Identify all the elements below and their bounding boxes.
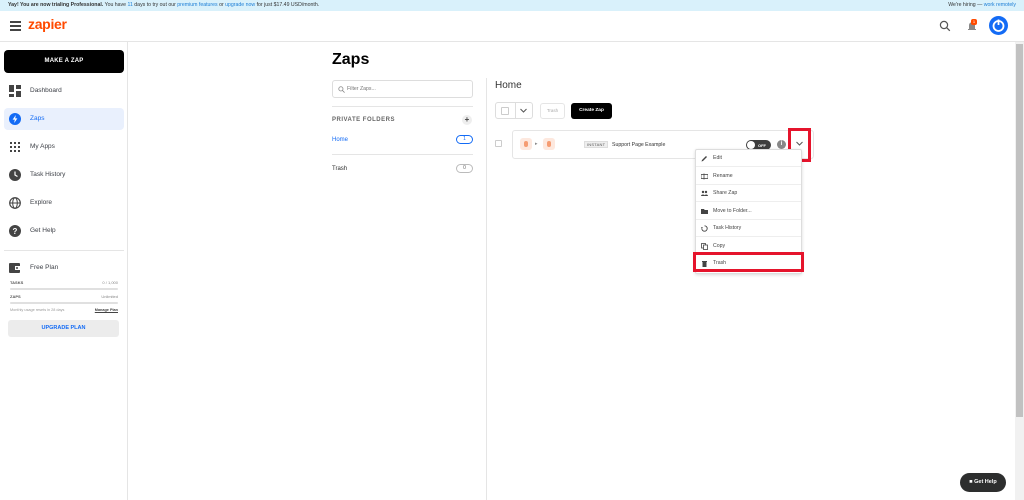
tasks-usage: TASKS 0 / 1,000 — [10, 280, 118, 285]
zap-row-checkbox[interactable] — [495, 140, 502, 147]
folder-item-home[interactable]: Home 1 — [332, 135, 473, 144]
notifications-icon[interactable]: 1 — [966, 19, 978, 32]
zap-name[interactable]: Support Page Example — [612, 142, 665, 148]
clock-icon — [9, 169, 21, 181]
zapier-logo[interactable]: zapier — [28, 16, 67, 32]
sidebar-item-my-apps[interactable]: My Apps — [4, 136, 124, 158]
folder-count: 0 — [456, 164, 473, 173]
hamburger-menu-icon[interactable] — [10, 21, 21, 31]
chevron-down-icon[interactable] — [519, 106, 528, 115]
sidebar-item-label: My Apps — [30, 143, 55, 150]
instant-badge: INSTANT — [584, 141, 609, 148]
sidebar-item-label: Zaps — [30, 115, 45, 122]
menu-item-edit[interactable]: Edit — [696, 150, 801, 167]
zaps-usage-value: Unlimited — [101, 294, 118, 299]
share-icon — [701, 190, 708, 196]
upgrade-now-link[interactable]: upgrade now — [225, 2, 255, 8]
plan-title: Free Plan — [30, 264, 59, 271]
user-avatar[interactable] — [989, 16, 1008, 35]
page-scrollbar[interactable] — [1015, 42, 1024, 500]
work-remotely-link[interactable]: work remotely — [984, 2, 1016, 8]
history-icon — [701, 225, 708, 232]
manage-plan-link[interactable]: Manage Plan — [95, 308, 118, 312]
toggle-label: OFF — [758, 142, 766, 148]
folder-name: Home — [332, 137, 349, 143]
tasks-progress-bar — [10, 288, 118, 290]
folders-divider — [332, 106, 473, 107]
premium-features-link[interactable]: premium features — [177, 2, 217, 8]
sidebar-item-get-help[interactable]: ? Get Help — [4, 220, 124, 242]
trial-banner-lead: Yay! You are now trialing Professional. — [8, 2, 104, 8]
folder-item-trash[interactable]: Trash 0 — [332, 164, 473, 173]
pencil-icon — [701, 156, 707, 162]
apps-grid-icon — [10, 142, 20, 152]
create-zap-button[interactable]: Create Zap — [571, 103, 612, 119]
filter-zaps-input[interactable] — [347, 83, 467, 95]
menu-item-rename[interactable]: Rename — [696, 168, 801, 185]
folder-divider — [332, 154, 473, 155]
menu-item-task-history[interactable]: Task History — [696, 220, 801, 237]
menu-item-share-zap[interactable]: Share Zap — [696, 185, 801, 202]
filter-zaps-field[interactable] — [332, 80, 473, 98]
notification-count-badge: 1 — [971, 19, 977, 25]
menu-item-move-to-folder[interactable]: Move to Folder... — [696, 203, 801, 220]
tasks-usage-value: 0 / 1,000 — [102, 280, 118, 285]
add-folder-button[interactable]: + — [462, 115, 472, 125]
page-title: Zaps — [332, 51, 370, 68]
folder-count: 1 — [456, 135, 473, 144]
make-a-zap-button[interactable]: MAKE A ZAP — [4, 50, 124, 73]
bulk-select-control[interactable] — [495, 102, 533, 119]
search-icon[interactable] — [939, 20, 951, 32]
sidebar-item-zaps[interactable]: Zaps — [4, 108, 124, 130]
sidebar-item-label: Get Help — [30, 227, 56, 234]
private-folders-heading: PRIVATE FOLDERS — [332, 117, 395, 123]
scrollbar-thumb[interactable] — [1016, 44, 1023, 417]
top-bar: zapier 1 — [0, 11, 1024, 42]
zap-icon — [9, 113, 21, 125]
folder-title: Home — [495, 80, 522, 91]
sidebar-item-label: Dashboard — [30, 87, 62, 94]
folder-name: Trash — [332, 166, 348, 172]
help-icon: ? — [9, 225, 21, 237]
wallet-icon — [9, 263, 21, 273]
highlight-trash-box — [693, 252, 804, 272]
sidebar-item-label: Task History — [30, 171, 66, 178]
rename-icon — [701, 173, 708, 179]
sidebar-divider — [4, 250, 124, 251]
hiring-notice: We're hiring — work remotely — [948, 2, 1016, 8]
upgrade-plan-button[interactable]: UPGRADE PLAN — [8, 320, 119, 337]
usage-reset-note: Monthly usage resets in 28 days Manage P… — [10, 308, 118, 312]
column-divider — [486, 78, 487, 500]
sidebar-item-task-history[interactable]: Task History — [4, 164, 124, 186]
trash-button[interactable]: Trash — [540, 103, 565, 119]
sidebar-item-label: Explore — [30, 199, 53, 206]
folder-icon — [701, 208, 708, 214]
trigger-app-icon — [520, 138, 532, 150]
globe-icon — [9, 197, 21, 209]
svg-text:?: ? — [13, 227, 18, 236]
info-icon[interactable]: i — [777, 140, 786, 149]
zaps-usage: ZAPS Unlimited — [10, 294, 118, 299]
action-app-icon — [543, 138, 555, 150]
search-icon — [338, 86, 345, 93]
zaps-progress-bar — [10, 302, 118, 304]
sidebar-item-explore[interactable]: Explore — [4, 192, 124, 214]
dashboard-icon — [9, 85, 21, 97]
copy-icon — [701, 242, 708, 250]
arrow-right-icon: ▸ — [535, 141, 538, 147]
select-all-checkbox[interactable] — [501, 107, 509, 115]
trial-banner: Yay! You are now trialing Professional. … — [0, 0, 1024, 11]
get-help-button[interactable]: ■ Get Help — [960, 473, 1006, 492]
sidebar-item-dashboard[interactable]: Dashboard — [4, 80, 124, 102]
sidebar: MAKE A ZAP Dashboard Zaps My Apps Task H… — [0, 42, 128, 500]
